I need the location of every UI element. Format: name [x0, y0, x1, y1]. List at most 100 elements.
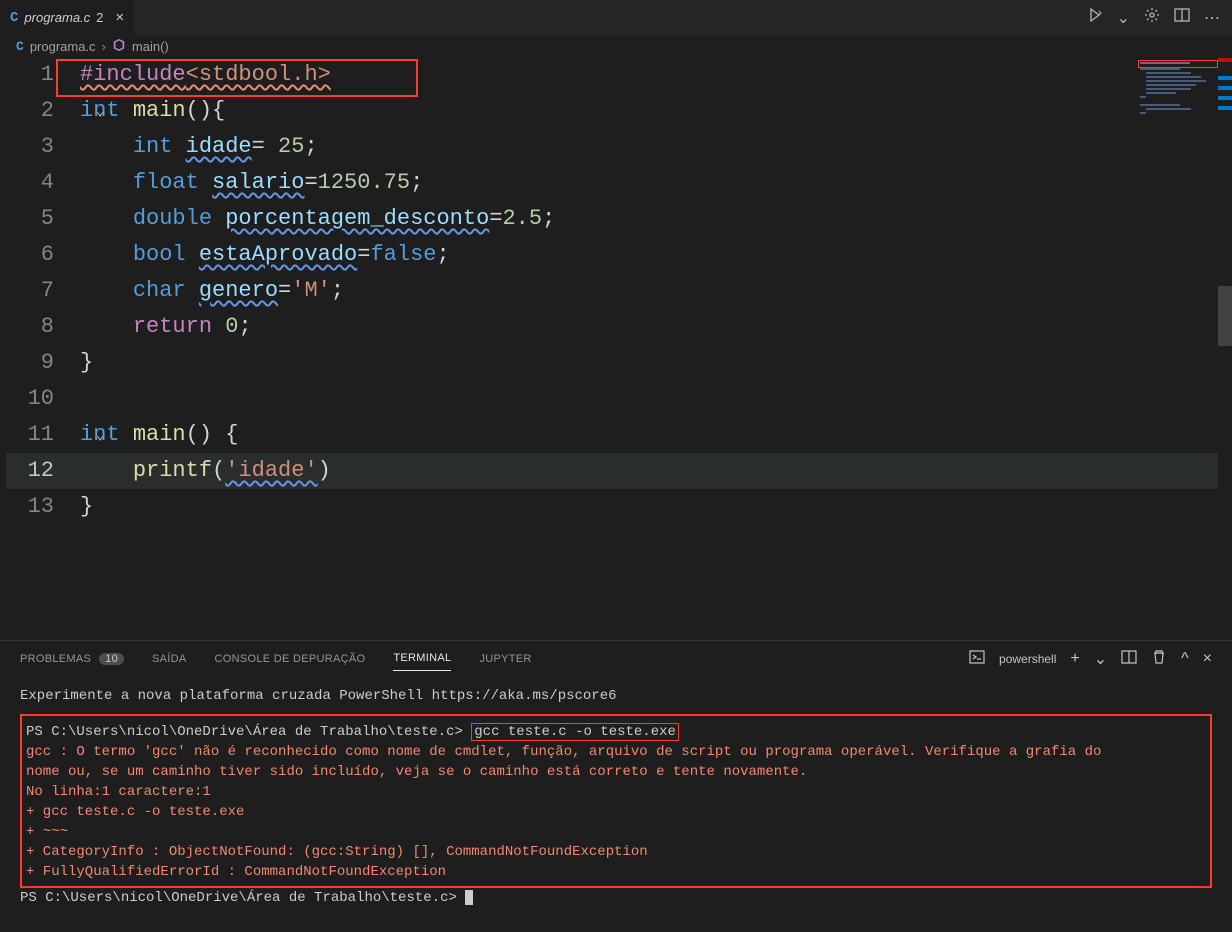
terminal-prompt: PS C:\Users\nicol\OneDrive\Área de Traba…: [20, 890, 465, 906]
split-terminal-icon[interactable]: [1121, 649, 1137, 668]
terminal-dropdown-icon[interactable]: ⌄: [1094, 649, 1107, 669]
token-variable: idade: [186, 134, 252, 159]
line-number: 2: [6, 93, 80, 129]
line-number: 5: [6, 201, 80, 237]
token-keyword: return: [133, 314, 212, 339]
code-line[interactable]: 6 bool estaAprovado=false;: [6, 237, 1232, 273]
token-variable: porcentagem_desconto: [225, 206, 489, 231]
editor-actions: ⌄ ⋯: [1087, 0, 1232, 35]
token-keyword: double: [133, 206, 212, 231]
token-punct: }: [80, 494, 93, 519]
tab-terminal[interactable]: TERMINAL: [393, 652, 451, 671]
run-icon[interactable]: [1087, 7, 1103, 28]
tab-problems[interactable]: PROBLEMAS 10: [20, 653, 124, 665]
terminal-cursor: [465, 890, 473, 905]
token-punct: ): [199, 422, 212, 447]
scroll-info-mark: [1218, 76, 1232, 80]
breadcrumb-file[interactable]: programa.c: [30, 39, 96, 54]
code-line[interactable]: 10: [6, 381, 1232, 417]
token-punct: ;: [436, 242, 449, 267]
tab-output[interactable]: SAÍDA: [152, 653, 187, 665]
code-line[interactable]: 9 }: [6, 345, 1232, 381]
token-punct: ;: [238, 314, 251, 339]
maximize-panel-icon[interactable]: ^: [1181, 650, 1189, 668]
annotation-highlight-box: PS C:\Users\nicol\OneDrive\Área de Traba…: [20, 714, 1212, 888]
code-line-active[interactable]: 12 printf('idade'): [6, 453, 1232, 489]
token-punct: (: [186, 422, 199, 447]
problems-count-badge: 10: [99, 653, 124, 665]
token-keyword: int: [80, 98, 120, 123]
code-line[interactable]: 8 return 0;: [6, 309, 1232, 345]
token-variable: estaAprovado: [199, 242, 357, 267]
new-terminal-icon[interactable]: +: [1070, 650, 1079, 668]
code-line[interactable]: 1 #include<stdbool.h>: [6, 57, 1232, 93]
line-number: 7: [6, 273, 80, 309]
terminal-output[interactable]: Experimente a nova plataforma cruzada Po…: [0, 676, 1232, 908]
token-number: 25: [265, 134, 305, 159]
settings-gear-icon[interactable]: [1144, 7, 1160, 28]
breadcrumb-symbol[interactable]: main(): [132, 39, 169, 54]
token-punct: ): [318, 458, 331, 483]
code-line[interactable]: 5 double porcentagem_desconto=2.5;: [6, 201, 1232, 237]
close-panel-icon[interactable]: ×: [1203, 650, 1212, 668]
breadcrumb[interactable]: C programa.c › main(): [0, 35, 1232, 57]
line-number: 11: [6, 417, 80, 453]
token-keyword: float: [133, 170, 199, 195]
more-run-icon[interactable]: ⌄: [1117, 8, 1130, 28]
more-actions-icon[interactable]: ⋯: [1204, 8, 1220, 28]
token-punct: {: [225, 422, 238, 447]
tab-label: JUPYTER: [479, 653, 531, 665]
scroll-thumb[interactable]: [1218, 286, 1232, 346]
code-line[interactable]: 3 int idade= 25;: [6, 129, 1232, 165]
code-line[interactable]: 11 ⌄ int main() {: [6, 417, 1232, 453]
token-keyword: bool: [133, 242, 186, 267]
split-editor-icon[interactable]: [1174, 7, 1190, 28]
token-variable: salario: [212, 170, 304, 195]
token-punct: ;: [304, 134, 317, 159]
shell-name[interactable]: powershell: [999, 652, 1056, 666]
code-line[interactable]: 2 ⌄ int main(){: [6, 93, 1232, 129]
panel-actions: powershell + ⌄ ^ ×: [969, 649, 1212, 669]
token-punct: ;: [542, 206, 555, 231]
token-keyword: false: [370, 242, 436, 267]
code-line[interactable]: 4 float salario=1250.75;: [6, 165, 1232, 201]
code-line[interactable]: 7 char genero='M';: [6, 273, 1232, 309]
editor-tab-bar: C programa.c 2 × ⌄ ⋯: [0, 0, 1232, 35]
tab-debug-console[interactable]: CONSOLE DE DEPURAÇÃO: [215, 653, 366, 665]
terminal-line: PS C:\Users\nicol\OneDrive\Área de Traba…: [26, 722, 1206, 742]
terminal-line: PS C:\Users\nicol\OneDrive\Área de Traba…: [20, 888, 1212, 908]
token-punct: }: [80, 350, 93, 375]
token-string: 'idade': [225, 458, 317, 483]
token-number: 2.5: [502, 206, 542, 231]
kill-terminal-icon[interactable]: [1151, 649, 1167, 668]
code-line[interactable]: 13 }: [6, 489, 1232, 525]
minimap[interactable]: [1138, 58, 1218, 178]
terminal-error-line: nome ou, se um caminho tiver sido incluí…: [26, 762, 1206, 782]
token-keyword: int: [80, 422, 120, 447]
chevron-right-icon: ›: [102, 39, 106, 54]
editor-tab-programa[interactable]: C programa.c 2 ×: [0, 0, 134, 35]
close-tab-icon[interactable]: ×: [115, 9, 124, 26]
tab-label: TERMINAL: [393, 652, 451, 664]
terminal-error-line: gcc : O termo 'gcc' não é reconhecido co…: [26, 742, 1206, 762]
token-preproc: #include: [80, 62, 186, 87]
terminal-prompt: PS C:\Users\nicol\OneDrive\Área de Traba…: [26, 724, 471, 740]
token-punct: =: [278, 278, 291, 303]
terminal-line: Experimente a nova plataforma cruzada Po…: [20, 686, 1212, 706]
scroll-info-mark: [1218, 96, 1232, 100]
code-editor[interactable]: 1 #include<stdbool.h> 2 ⌄ int main(){ 3 …: [0, 57, 1232, 525]
token-punct: ;: [410, 170, 423, 195]
tab-label: CONSOLE DE DEPURAÇÃO: [215, 653, 366, 665]
token-keyword: int: [133, 134, 173, 159]
scroll-info-mark: [1218, 86, 1232, 90]
tab-jupyter[interactable]: JUPYTER: [479, 653, 531, 665]
token-string: 'M': [291, 278, 331, 303]
terminal-error-line: + CategoryInfo : ObjectNotFound: (gcc:St…: [26, 842, 1206, 862]
token-punct: (: [212, 458, 225, 483]
terminal-shell-icon[interactable]: [969, 649, 985, 668]
line-number: 4: [6, 165, 80, 201]
line-number: 3: [6, 129, 80, 165]
token-punct: =: [489, 206, 502, 231]
token-punct: =: [304, 170, 317, 195]
editor-scrollbar[interactable]: [1218, 56, 1232, 636]
